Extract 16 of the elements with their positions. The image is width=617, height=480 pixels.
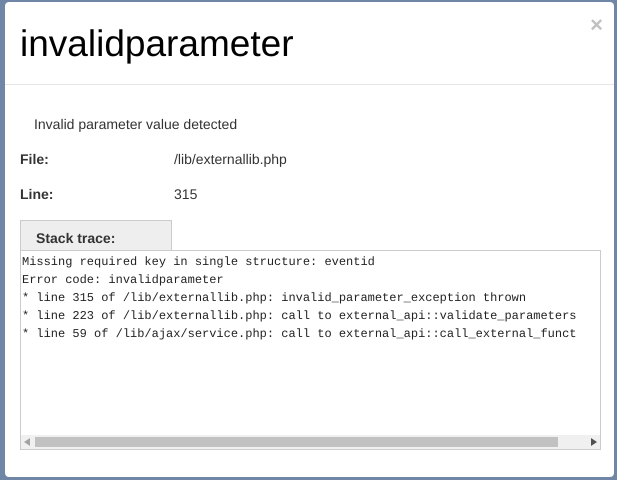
scrollbar-thumb[interactable] [35,437,558,447]
horizontal-scrollbar[interactable] [21,435,600,449]
scroll-right-icon[interactable] [590,438,597,446]
stack-trace-line: Missing required key in single structure: eventid [22,254,375,271]
error-message: Invalid parameter value detected [34,115,238,133]
field-label: Line: [20,185,54,203]
field-value: 315 [174,185,198,203]
scroll-left-icon[interactable] [24,438,31,446]
field-label: File: [20,150,50,168]
stack-trace-line: Error code: invalidparameter [22,272,224,289]
field-value: /lib/externallib.php [174,150,287,168]
stack-trace-line: * line 223 of /lib/externallib.php: call to external_api::validate_parameters [22,308,576,325]
close-button[interactable]: × [590,14,603,36]
dialog-title: invalidparameter [20,22,294,66]
stack-trace-line: * line 315 of /lib/externallib.php: invalid_parameter_exception thrown [22,290,526,307]
stack-trace-line: * line 59 of /lib/ajax/service.php: call to external_api::call_external_funct [22,326,576,343]
